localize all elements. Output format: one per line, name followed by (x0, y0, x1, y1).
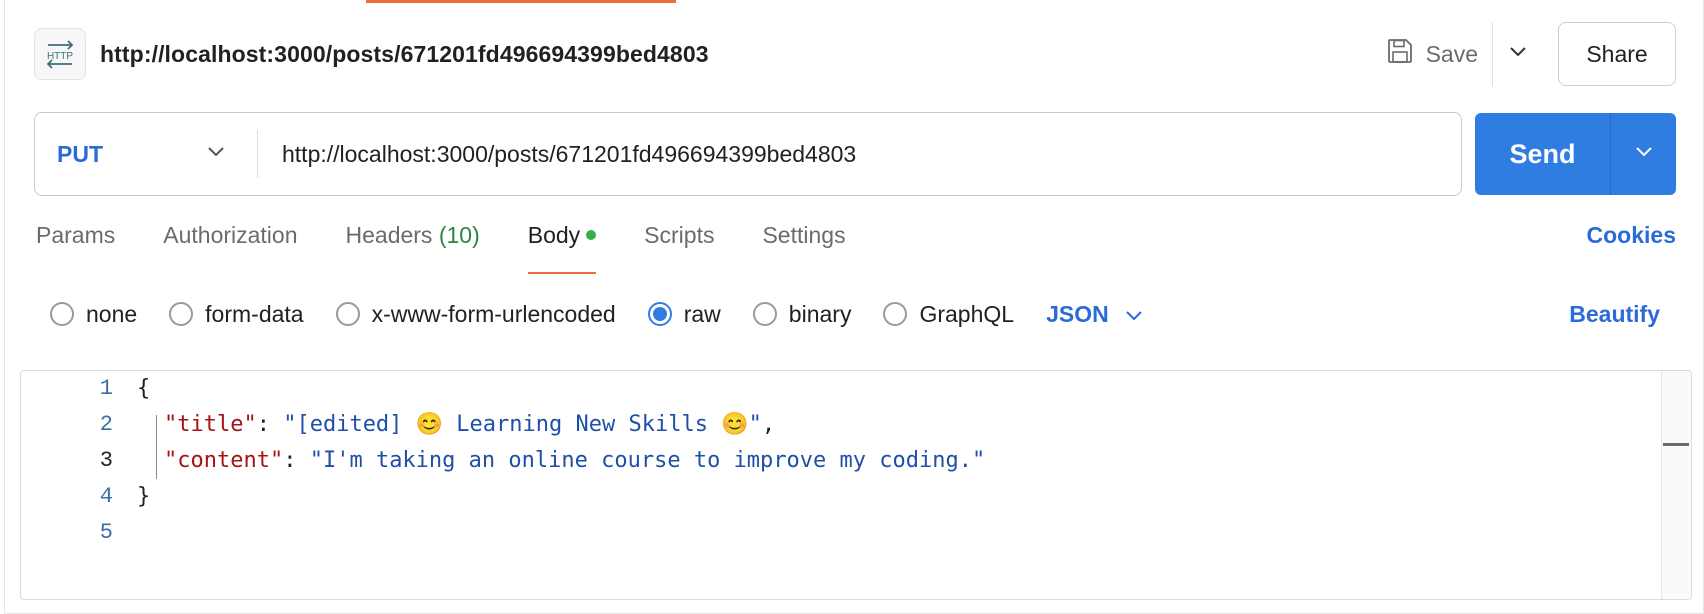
radio-button[interactable] (752, 302, 777, 326)
brace-close: } (137, 484, 151, 509)
tab-label: Headers (345, 222, 433, 248)
body-type-raw[interactable]: raw (647, 300, 721, 328)
json-key: "title" (164, 412, 257, 437)
body-type-none[interactable]: none (50, 301, 137, 328)
share-button[interactable]: Share (1558, 22, 1676, 86)
tab-label: Params (36, 222, 116, 248)
body-type-selector: none form-data x-www-form-urlencoded raw… (50, 296, 1676, 332)
headers-count-badge: (10) (438, 222, 480, 248)
title-actions: Save Share (1378, 22, 1676, 86)
line-number: 3 (99, 448, 113, 473)
radio-label: form-data (205, 300, 304, 327)
save-options-dropdown[interactable] (1492, 22, 1542, 86)
tab-label: Settings (762, 222, 846, 248)
radio-button[interactable] (169, 302, 194, 326)
code-editor[interactable]: 1 2 3 4 5 { "title": "[edited] 😊 Learnin… (20, 370, 1692, 600)
language-select[interactable]: JSON (1046, 301, 1143, 328)
line-number: 1 (99, 376, 113, 401)
tab-body[interactable]: Body (527, 222, 597, 274)
tab-headers[interactable]: Headers (10) (346, 222, 480, 274)
send-button[interactable]: Send (1475, 113, 1610, 195)
chevron-down-icon (207, 145, 225, 163)
code-line: { (137, 376, 150, 401)
radio-label: x-www-form-urlencoded (371, 300, 616, 327)
send-button-group: Send (1475, 113, 1676, 195)
tab-params[interactable]: Params (36, 222, 115, 274)
body-type-form-data[interactable]: form-data (169, 300, 304, 328)
chevron-down-icon (1509, 45, 1527, 63)
tab-authorization[interactable]: Authorization (163, 222, 297, 274)
save-icon (1386, 37, 1414, 71)
send-options-dropdown[interactable] (1610, 113, 1676, 195)
beautify-button[interactable]: Beautify (1569, 301, 1660, 328)
editor-scrollbar[interactable] (1661, 371, 1691, 599)
body-type-graphql[interactable]: GraphQL (883, 301, 1014, 328)
http-icon: HTTP (34, 28, 86, 80)
method-select[interactable]: PUT (35, 113, 257, 195)
line-number: 2 (99, 412, 113, 437)
brace-open: { (137, 376, 151, 401)
request-tabs: Params Authorization Headers (10) Body S… (36, 222, 1676, 274)
code-line: } (137, 484, 150, 509)
radio-button[interactable] (335, 302, 360, 326)
cookies-link[interactable]: Cookies (1587, 222, 1676, 249)
radio-button[interactable] (50, 302, 74, 326)
json-string: "I'm taking an online course to improve … (309, 448, 986, 473)
tab-scripts[interactable]: Scripts (644, 222, 714, 274)
json-string: "[edited] 😊 Learning New Skills 😊" (283, 412, 762, 437)
code-line: "content": "I'm taking an online course … (164, 448, 986, 473)
request-header: HTTP http://localhost:3000/posts/671201f… (34, 22, 1676, 86)
tab-label: Scripts (644, 222, 715, 248)
tab-label: Authorization (163, 222, 298, 248)
scroll-position-marker (1663, 443, 1689, 446)
url-bar: PUT (34, 112, 1462, 196)
radio-label: none (86, 300, 138, 327)
language-label: JSON (1046, 300, 1109, 327)
radio-button-selected[interactable] (647, 302, 672, 326)
line-number: 5 (99, 520, 113, 545)
indent-guide (156, 415, 157, 479)
radio-label: raw (683, 300, 721, 327)
radio-button[interactable] (883, 302, 908, 326)
save-label: Save (1425, 40, 1478, 67)
body-type-binary[interactable]: binary (752, 300, 852, 328)
line-number: 4 (99, 484, 113, 509)
body-modified-dot (586, 230, 597, 240)
save-button[interactable]: Save (1378, 22, 1492, 86)
request-title[interactable]: http://localhost:3000/posts/671201fd4966… (100, 41, 709, 68)
active-request-tab-indicator (366, 0, 676, 3)
radio-label: binary (788, 300, 852, 327)
method-label: PUT (57, 140, 103, 167)
url-input[interactable] (258, 113, 1461, 195)
chevron-down-icon (1635, 145, 1653, 163)
chevron-down-icon (1125, 301, 1143, 328)
tab-label: Body (527, 222, 581, 248)
tab-settings[interactable]: Settings (762, 222, 845, 274)
body-type-urlencoded[interactable]: x-www-form-urlencoded (335, 300, 616, 328)
code-line: "title": "[edited] 😊 Learning New Skills… (164, 412, 776, 437)
radio-label: GraphQL (919, 300, 1015, 327)
line-number-gutter: 1 2 3 4 5 (21, 371, 121, 599)
json-key: "content" (164, 448, 284, 473)
